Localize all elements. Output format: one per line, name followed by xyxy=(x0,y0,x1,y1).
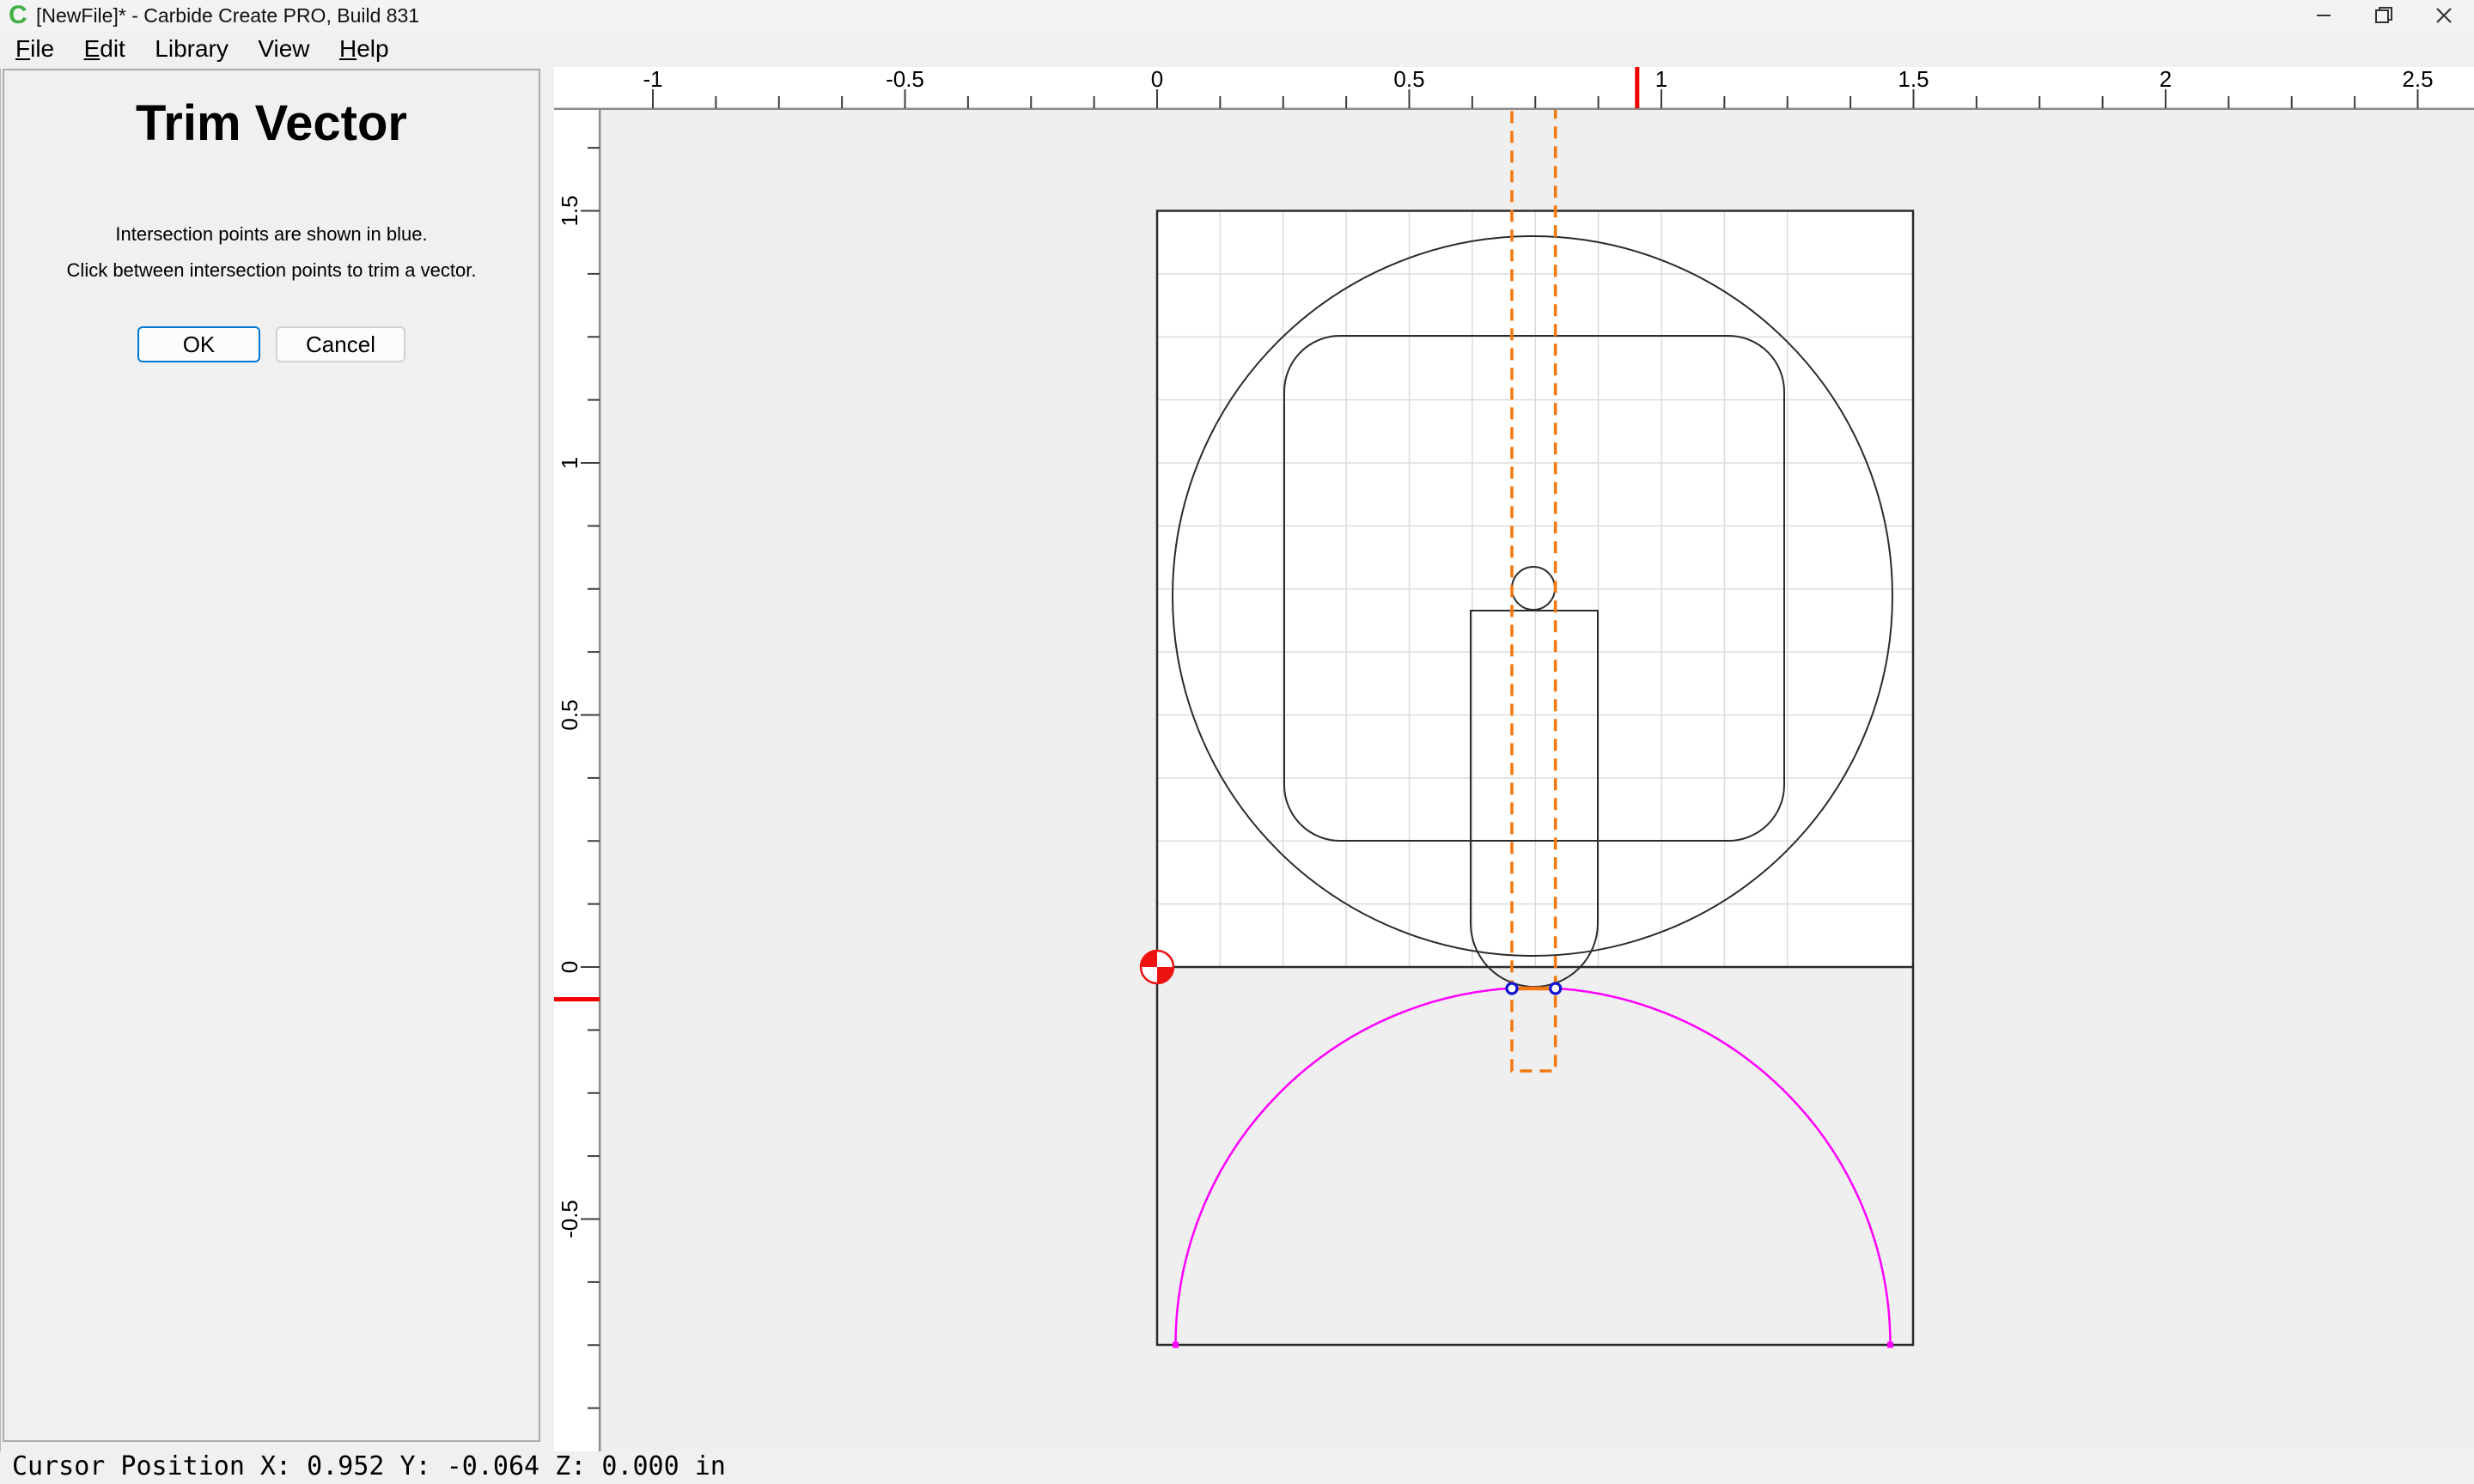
menu-bar: File Edit Library View Help xyxy=(0,31,2474,69)
title-bar: C [NewFile]* - Carbide Create PRO, Build… xyxy=(0,0,2474,31)
v-ruler-label: 1.5 xyxy=(557,195,582,226)
node-marker-left xyxy=(1173,1341,1179,1348)
close-button[interactable] xyxy=(2414,0,2474,31)
v-ruler-label: 0.5 xyxy=(557,699,582,730)
minimize-button[interactable] xyxy=(2294,0,2354,31)
ok-button[interactable]: OK xyxy=(137,326,260,362)
h-ruler-label: 2.5 xyxy=(2402,67,2433,92)
intersection-point[interactable] xyxy=(1505,982,1519,995)
origin-marker-quadrant xyxy=(1157,967,1173,983)
h-ruler-label: 0 xyxy=(1151,67,1163,92)
design-canvas[interactable] xyxy=(601,110,2474,1451)
menu-edit[interactable]: Edit xyxy=(71,31,138,69)
intersection-point[interactable] xyxy=(1549,982,1563,995)
horizontal-ruler: -1 -0.5 0 0.5 1 1.5 2 2.5 xyxy=(554,67,2474,110)
h-ruler-label: 0.5 xyxy=(1393,67,1424,92)
vertical-ruler: 1.5 1 0.5 0 -0.5 xyxy=(554,67,601,1451)
cancel-button[interactable]: Cancel xyxy=(276,326,405,362)
v-ruler-cursor-indicator xyxy=(554,997,600,1002)
close-icon xyxy=(2436,8,2452,23)
app-window: C [NewFile]* - Carbide Create PRO, Build… xyxy=(0,0,2474,1484)
semicircle-vector xyxy=(1174,986,1892,1346)
menu-library[interactable]: Library xyxy=(142,31,241,69)
window-title: [NewFile]* - Carbide Create PRO, Build 8… xyxy=(36,4,420,27)
h-ruler-label: 1 xyxy=(1655,67,1667,92)
h-ruler-label: -0.5 xyxy=(886,67,924,92)
restore-button[interactable] xyxy=(2354,0,2414,31)
origin-marker-quadrant xyxy=(1141,951,1157,967)
panel-title: Trim Vector xyxy=(136,95,407,151)
cursor-position-readout: Cursor Position X: 0.952 Y: -0.064 Z: 0.… xyxy=(12,1451,726,1481)
menu-file[interactable]: File xyxy=(3,31,67,69)
menu-view[interactable]: View xyxy=(245,31,322,69)
trim-vector-panel: Trim Vector Intersection points are show… xyxy=(3,69,540,1442)
v-ruler-label: 0 xyxy=(557,961,582,973)
v-ruler-label: 1 xyxy=(557,457,582,469)
h-ruler-cursor-indicator xyxy=(1635,67,1640,108)
status-bar: Cursor Position X: 0.952 Y: -0.064 Z: 0.… xyxy=(0,1451,2474,1484)
vector-scene xyxy=(1139,110,1915,1348)
v-ruler-label: -0.5 xyxy=(557,1200,582,1238)
app-logo-icon: C xyxy=(9,1,27,29)
node-marker-right xyxy=(1887,1341,1893,1348)
h-ruler-label: 2 xyxy=(2160,67,2172,92)
instruction-line-2: Click between intersection points to tri… xyxy=(66,259,477,281)
dialog-button-row: OK Cancel xyxy=(4,326,539,362)
restore-icon xyxy=(2375,7,2392,23)
menu-help[interactable]: Help xyxy=(326,31,402,69)
minimize-icon xyxy=(2317,15,2331,16)
instruction-line-1: Intersection points are shown in blue. xyxy=(115,223,428,245)
h-ruler-label: 1.5 xyxy=(1898,67,1929,92)
h-ruler-label: -1 xyxy=(643,67,662,92)
